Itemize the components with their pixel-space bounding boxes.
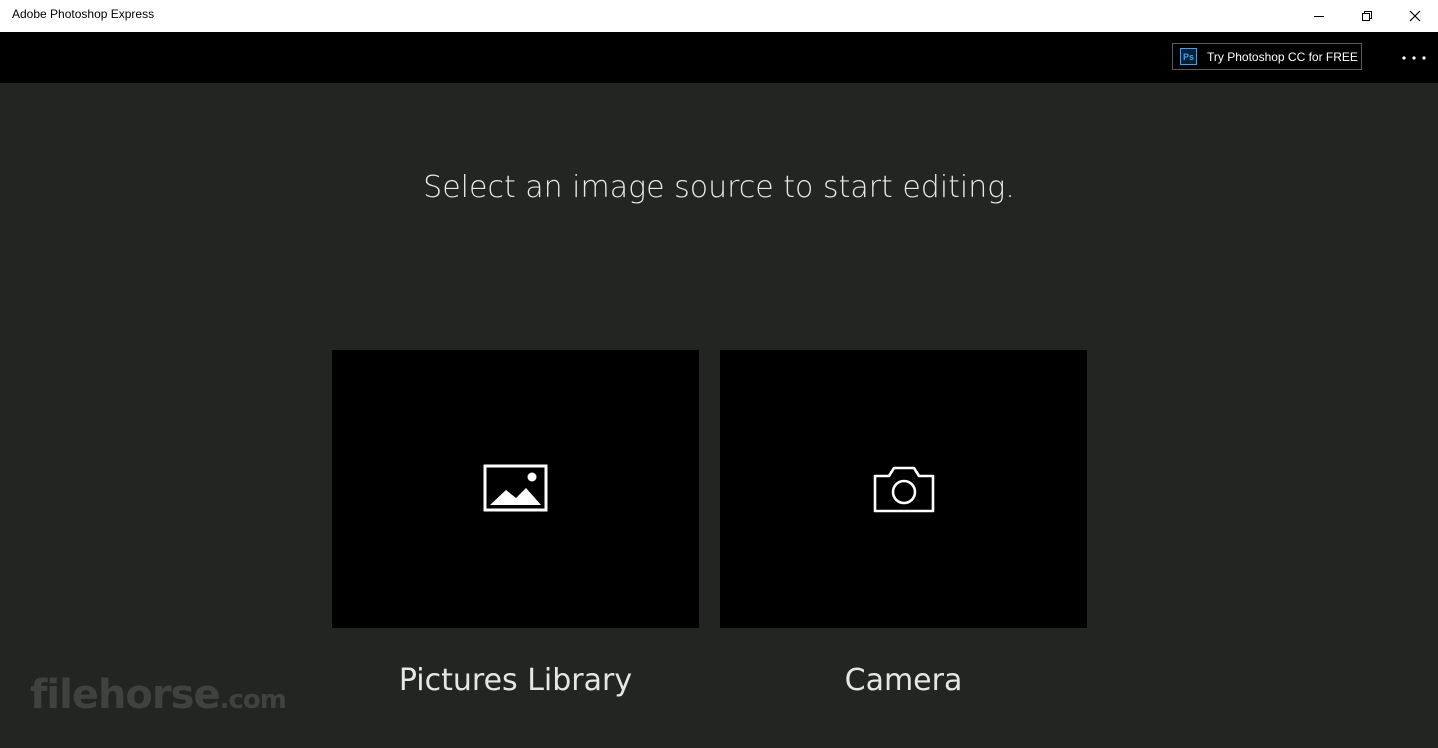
minimize-icon xyxy=(1314,16,1324,17)
try-photoshop-label: Try Photoshop CC for FREE xyxy=(1207,49,1358,64)
watermark-main: filehorse xyxy=(30,672,221,718)
camera-tile[interactable] xyxy=(720,350,1087,628)
camera-label: Camera xyxy=(844,663,963,698)
app-toolbar: Ps Try Photoshop CC for FREE xyxy=(0,32,1438,83)
try-photoshop-button[interactable]: Ps Try Photoshop CC for FREE xyxy=(1172,43,1362,70)
pictures-library-label: Pictures Library xyxy=(398,663,633,698)
image-icon xyxy=(483,464,547,512)
filehorse-watermark: filehorse.com xyxy=(30,672,287,718)
restore-button[interactable] xyxy=(1344,0,1390,32)
maximize-icon xyxy=(1362,11,1372,21)
page-heading: Select an image source to start editing. xyxy=(423,170,1015,205)
close-button[interactable] xyxy=(1392,0,1438,32)
camera-icon xyxy=(873,466,934,513)
more-options-button[interactable] xyxy=(1396,46,1432,70)
minimize-button[interactable] xyxy=(1296,0,1342,32)
close-icon xyxy=(1409,10,1421,22)
more-dots-icon xyxy=(1402,56,1426,60)
title-bar: Adobe Photoshop Express xyxy=(0,0,1438,32)
window-title: Adobe Photoshop Express xyxy=(12,7,155,21)
pictures-library-tile[interactable] xyxy=(332,350,699,628)
photoshop-icon: Ps xyxy=(1180,48,1197,65)
watermark-suffix: .com xyxy=(219,685,287,715)
